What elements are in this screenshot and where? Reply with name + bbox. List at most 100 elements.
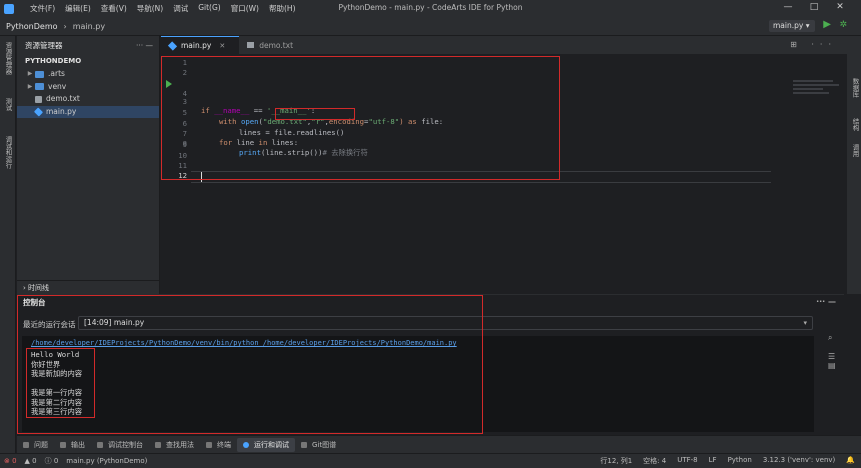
tool-tabs: 问题 输出 调试控制台 查找用法 终端 运行和调试 Git图谱 (17, 435, 861, 453)
info-count[interactable]: ⓘ 0 (45, 456, 59, 466)
bell-icon[interactable]: 🔔 (846, 456, 855, 466)
menu-debug[interactable]: 调试 (173, 3, 188, 14)
project-root[interactable]: PYTHONDEMO (17, 54, 159, 68)
editor: main.py ✕ demo.txt ⊞ ··· 1 2 3 if __name… (161, 36, 847, 294)
error-count[interactable]: ⊗ 0 (4, 457, 17, 465)
tab-run-debug[interactable]: 运行和调试 (237, 437, 295, 452)
python-file-icon (33, 107, 44, 117)
menu-help[interactable]: 帮助(H) (269, 3, 296, 14)
editor-actions[interactable]: ⊞ ··· (790, 40, 837, 49)
status-bar: ⊗ 0 ▲ 0 ⓘ 0 main.py (PythonDemo) 行12, 列1… (0, 453, 861, 468)
chevron-right-icon: ▶ (27, 70, 33, 77)
tab-label: 输出 (71, 440, 85, 449)
output-icon (60, 441, 66, 448)
encoding[interactable]: UTF-8 (677, 456, 697, 466)
run-config-select[interactable]: main.py ▾ (769, 20, 815, 32)
project-name[interactable]: PythonDemo (6, 22, 58, 31)
menu-view[interactable]: 查看(V) (101, 3, 127, 14)
menu-file[interactable]: 文件(F) (30, 3, 55, 14)
problems-icon (23, 441, 29, 448)
tab-output[interactable]: 输出 (54, 438, 91, 452)
language-mode[interactable]: Python (728, 456, 752, 466)
tab-demo-txt[interactable]: demo.txt (239, 36, 307, 54)
minimize-icon[interactable]: — (775, 2, 801, 12)
close-window-icon[interactable]: ✕ (827, 2, 853, 12)
highlight-box-console (17, 295, 483, 434)
menu-window[interactable]: 窗口(W) (231, 3, 259, 14)
minimap[interactable] (793, 78, 843, 108)
git-icon (301, 441, 307, 448)
tree-item-venv[interactable]: ▶ venv (17, 81, 159, 94)
find-icon (155, 441, 161, 448)
debug-icon[interactable]: ✲ (839, 20, 847, 30)
interpreter[interactable]: 3.12.3 ('venv': venv) (763, 456, 835, 466)
right-tool-bar: 数据库 结构 调用 (847, 36, 861, 294)
close-icon[interactable]: ✕ (219, 42, 225, 50)
console-side-tools[interactable]: ⌕ ☰ ▤ (828, 333, 840, 370)
tab-label: 查找用法 (166, 440, 194, 449)
explorer-panel: 资源管理器 ··· — PYTHONDEMO ▶ .arts ▶ venv de… (17, 36, 160, 294)
tab-find-usages[interactable]: 查找用法 (149, 438, 200, 452)
maximize-icon[interactable]: □ (801, 2, 827, 12)
tab-label: main.py (181, 41, 212, 50)
cursor-position[interactable]: 行12, 列1 (600, 456, 632, 466)
explorer-actions[interactable]: ··· — (136, 41, 153, 50)
breadcrumb-separator: › (63, 21, 67, 31)
folder-icon (35, 83, 44, 91)
tab-problems[interactable]: 问题 (17, 438, 54, 452)
activity-explorer[interactable]: 资源管理器 (3, 42, 13, 75)
chevron-right-icon: ▶ (27, 82, 33, 90)
tree-item-label: main.py (46, 106, 77, 116)
tree-item-arts[interactable]: ▶ .arts (17, 68, 159, 81)
tab-git-graph[interactable]: Git图谱 (295, 438, 342, 452)
tree-item-demo-txt[interactable]: demo.txt (17, 93, 159, 106)
tree-item-label: .arts (48, 69, 65, 78)
line-ending[interactable]: LF (709, 456, 717, 466)
menu-git[interactable]: Git(G) (198, 3, 221, 14)
chevron-down-icon: ▾ (803, 319, 807, 327)
explorer-title: 资源管理器 (25, 40, 63, 50)
warning-count[interactable]: ▲ 0 (25, 457, 37, 465)
text-file-icon (247, 42, 255, 48)
tree-item-main-py[interactable]: main.py (17, 105, 159, 118)
folder-icon (35, 70, 44, 78)
indent-setting[interactable]: 空格: 4 (643, 456, 666, 466)
text-file-icon (35, 95, 42, 103)
activity-run-debug[interactable]: 调试和运行 (3, 136, 13, 169)
right-tool-database[interactable]: 数据库 (850, 78, 860, 98)
tab-label: demo.txt (259, 40, 294, 50)
right-tool-structure[interactable]: 结构 (850, 118, 860, 131)
tab-label: 终端 (217, 440, 231, 449)
tab-label: Git图谱 (312, 440, 337, 449)
console-panel: 控制台 ··· — 最近的运行会话 [14:09] main.py ▾ /hom… (17, 294, 844, 435)
activity-test[interactable]: 测试 (3, 98, 13, 111)
tab-label: 问题 (34, 440, 48, 449)
tree-item-label: venv (48, 81, 67, 91)
timeline-section[interactable]: › 时间线 (17, 280, 159, 294)
run-icon[interactable]: ▶ (823, 19, 831, 30)
code-area[interactable]: 1 2 3 if __name__ == '__main__': 4 5 wit… (161, 54, 847, 294)
toolbar: PythonDemo › main.py main.py ▾ ▶ ✲ (0, 17, 861, 36)
highlight-box-readlines (275, 108, 355, 120)
tab-label: 调试控制台 (108, 440, 143, 449)
tab-label: 运行和调试 (254, 440, 289, 449)
tab-terminal[interactable]: 终端 (200, 438, 237, 452)
tab-main-py[interactable]: main.py ✕ (161, 36, 240, 54)
terminal-icon (206, 441, 212, 448)
run-debug-icon (243, 441, 249, 448)
menu-navigate[interactable]: 导航(N) (137, 3, 163, 14)
debug-console-icon (97, 441, 103, 448)
tree-item-label: demo.txt (46, 94, 80, 103)
explorer-header: 资源管理器 ··· — (17, 36, 159, 54)
menu-edit[interactable]: 编辑(E) (65, 3, 91, 14)
breadcrumb-file[interactable]: main.py (73, 22, 105, 31)
editor-tabs: main.py ✕ demo.txt ⊞ ··· (161, 36, 847, 54)
status-file[interactable]: main.py (PythonDemo) (66, 457, 147, 465)
activity-bar: 资源管理器 测试 调试和运行 (0, 36, 16, 455)
title-bar: 文件(F) 编辑(E) 查看(V) 导航(N) 调试 Git(G) 窗口(W) … (0, 0, 861, 17)
menu-bar: 文件(F) 编辑(E) 查看(V) 导航(N) 调试 Git(G) 窗口(W) … (30, 3, 306, 14)
console-actions[interactable]: ··· — (816, 297, 836, 306)
tab-debug-console[interactable]: 调试控制台 (91, 438, 149, 452)
right-tool-calls[interactable]: 调用 (850, 144, 860, 157)
highlight-box-code (161, 56, 560, 180)
